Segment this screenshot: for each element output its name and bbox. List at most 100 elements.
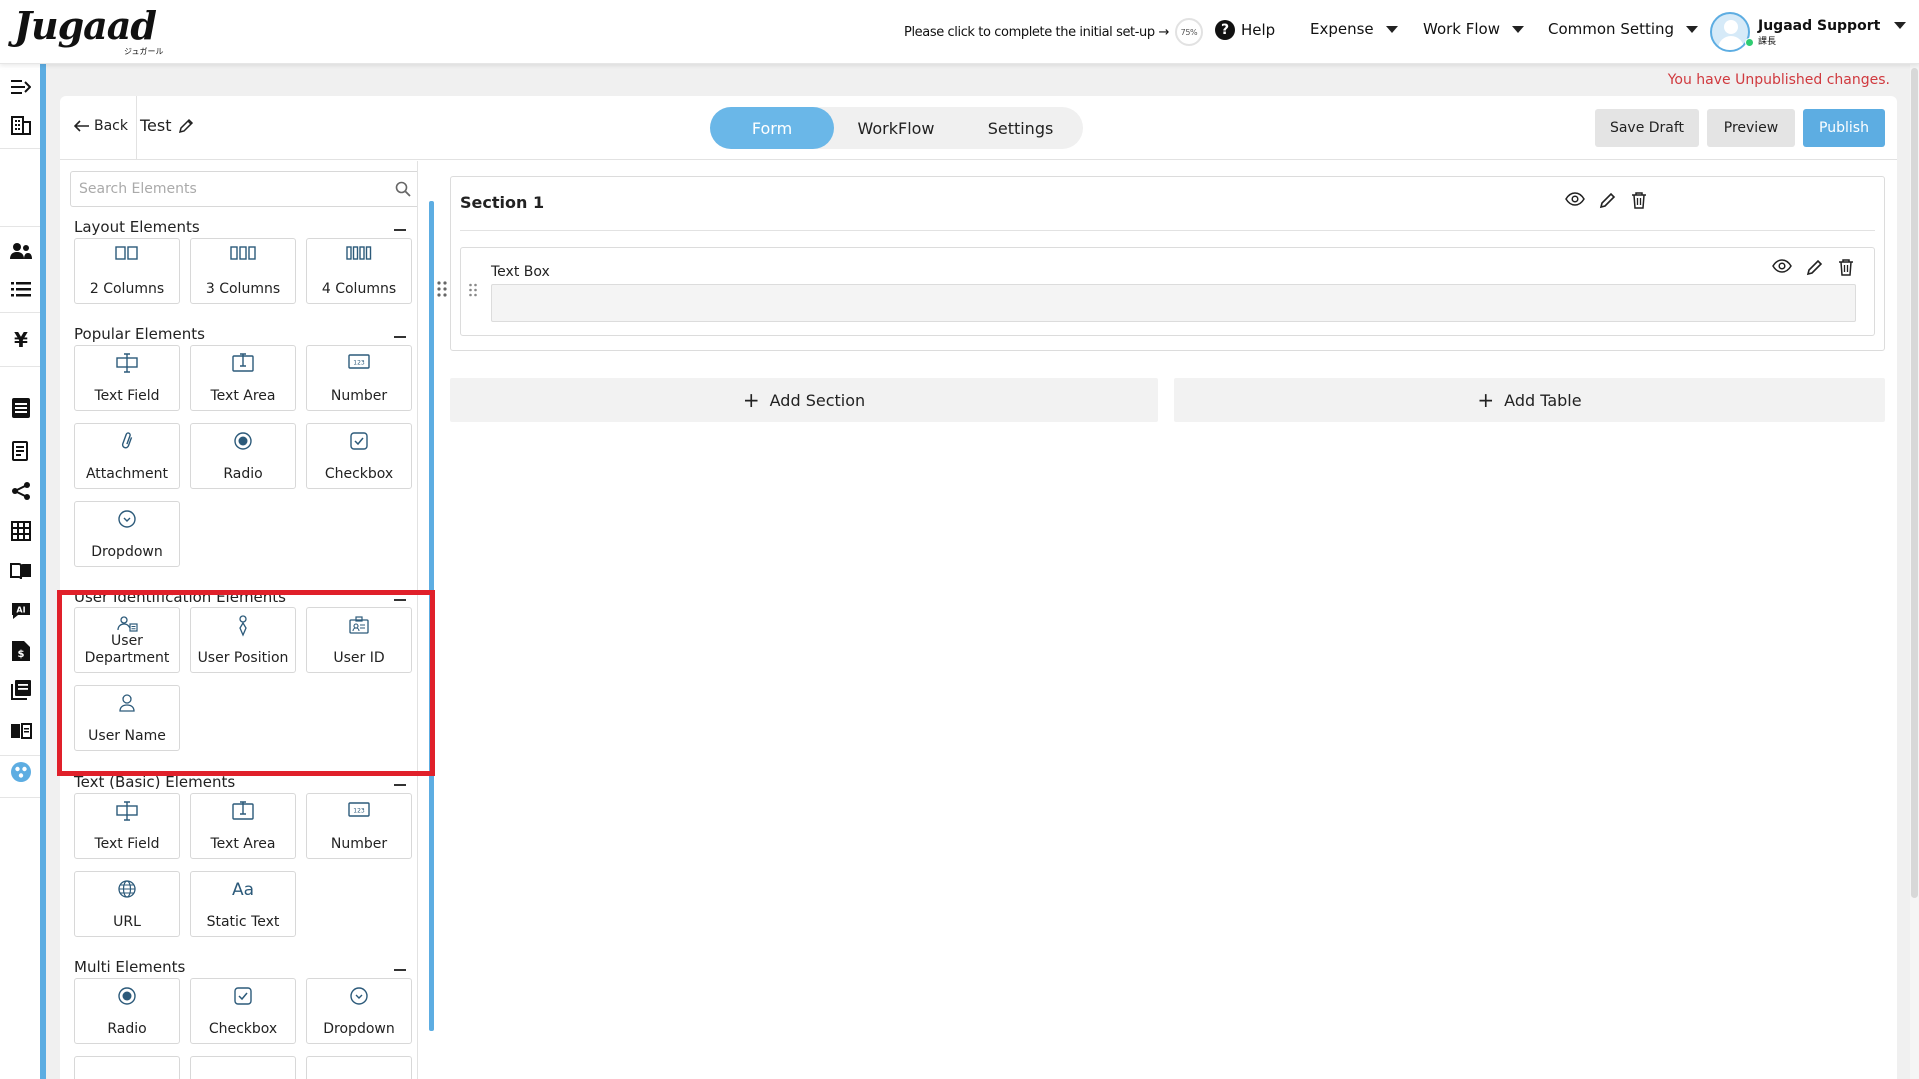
- text-box-input-preview[interactable]: [491, 284, 1856, 322]
- element-tile-partial[interactable]: [306, 1056, 412, 1079]
- pencil-icon[interactable]: [1806, 258, 1824, 276]
- book-icon[interactable]: [10, 560, 32, 582]
- add-table-button[interactable]: + Add Table: [1174, 378, 1885, 422]
- element-tile-2-columns[interactable]: 2 Columns: [74, 238, 180, 304]
- form-title-text: Test: [140, 116, 172, 135]
- element-tile-4-columns[interactable]: 4 Columns: [306, 238, 412, 304]
- search-icon[interactable]: [395, 181, 411, 197]
- help-link[interactable]: ? Help: [1215, 20, 1275, 40]
- add-section-button[interactable]: + Add Section: [450, 378, 1158, 422]
- collapse-icon[interactable]: [394, 229, 406, 231]
- chevron-down-icon: [1894, 21, 1907, 29]
- form-tabs: Form WorkFlow Settings: [710, 107, 1083, 149]
- svg-text:123: 123: [353, 360, 365, 367]
- nav-common-setting-label: Common Setting: [1548, 20, 1675, 38]
- form-title: Test: [140, 116, 194, 135]
- element-tile-checkbox-multi[interactable]: Checkbox: [190, 978, 296, 1044]
- eye-icon[interactable]: [1772, 258, 1792, 274]
- element-tile-partial[interactable]: [190, 1056, 296, 1079]
- reports-icon[interactable]: [10, 679, 32, 701]
- pencil-icon[interactable]: [178, 118, 194, 134]
- element-tile-static-text[interactable]: Aa Static Text: [190, 871, 296, 937]
- element-tile-dropdown[interactable]: Dropdown: [74, 501, 180, 567]
- element-tile-text-area[interactable]: Text Area: [190, 345, 296, 411]
- collapse-icon[interactable]: [394, 969, 406, 971]
- svg-text:AI: AI: [16, 606, 25, 615]
- nav-work-flow-label: Work Flow: [1423, 20, 1500, 38]
- element-label: Dropdown: [91, 544, 163, 560]
- invoice-icon[interactable]: $: [10, 640, 32, 662]
- text-area-icon: [191, 353, 295, 375]
- unpublished-notice: You have Unpublished changes.: [1667, 72, 1890, 88]
- field-actions: [1772, 258, 1854, 276]
- nav-expense[interactable]: Expense: [1310, 20, 1398, 38]
- element-tile-text-field-basic[interactable]: Text Field: [74, 793, 180, 859]
- user-menu[interactable]: Jugaad Support 課長: [1710, 12, 1907, 52]
- document-icon[interactable]: [10, 397, 32, 419]
- element-label: Text Area: [210, 836, 276, 852]
- plus-icon: +: [1477, 388, 1495, 412]
- page-scrollbar[interactable]: [1910, 64, 1919, 1079]
- save-draft-button[interactable]: Save Draft: [1595, 109, 1699, 147]
- field-drag-handle-icon[interactable]: [469, 283, 477, 297]
- element-tile-text-area-basic[interactable]: Text Area: [190, 793, 296, 859]
- element-label: Number: [330, 388, 388, 404]
- expand-menu-icon[interactable]: [10, 76, 32, 98]
- form-section[interactable]: Section 1 Text Box: [437, 176, 1885, 351]
- element-tile-text-field[interactable]: Text Field: [74, 345, 180, 411]
- eye-icon[interactable]: [1565, 191, 1585, 207]
- chevron-down-icon: [1686, 25, 1699, 33]
- users-icon[interactable]: [10, 240, 32, 262]
- grid-icon[interactable]: [10, 520, 32, 542]
- collapse-icon[interactable]: [394, 784, 406, 786]
- element-tile-dropdown-multi[interactable]: Dropdown: [306, 978, 412, 1044]
- logo[interactable]: Jugaad ジュガール: [14, 6, 174, 57]
- text-field-icon: [75, 801, 179, 823]
- element-label: Checkbox: [208, 1021, 278, 1037]
- share-icon[interactable]: [10, 480, 32, 502]
- manual-icon[interactable]: [10, 720, 32, 742]
- tab-settings[interactable]: Settings: [958, 107, 1083, 149]
- radio-icon: [191, 431, 295, 453]
- svg-text:123: 123: [353, 808, 365, 815]
- nav-work-flow[interactable]: Work Flow: [1423, 20, 1524, 38]
- element-tile-3-columns[interactable]: 3 Columns: [190, 238, 296, 304]
- yen-icon[interactable]: ¥: [10, 328, 32, 352]
- pencil-icon[interactable]: [1599, 191, 1617, 209]
- element-tile-partial[interactable]: [74, 1056, 180, 1079]
- receipt-icon[interactable]: [10, 440, 32, 462]
- list-icon[interactable]: [10, 278, 32, 300]
- initial-setup-link[interactable]: Please click to complete the initial set…: [904, 18, 1203, 46]
- building-icon[interactable]: [10, 114, 32, 136]
- element-tile-attachment[interactable]: Attachment: [74, 423, 180, 489]
- collapse-icon[interactable]: [394, 336, 406, 338]
- radio-icon: [75, 986, 179, 1008]
- preview-button[interactable]: Preview: [1707, 109, 1795, 147]
- element-tile-radio-multi[interactable]: Radio: [74, 978, 180, 1044]
- static-text-icon: Aa: [191, 879, 295, 901]
- help-icon: ?: [1215, 20, 1235, 40]
- form-field-text-box[interactable]: Text Box: [460, 247, 1875, 336]
- element-label: 3 Columns: [205, 281, 281, 297]
- element-tile-radio[interactable]: Radio: [190, 423, 296, 489]
- publish-button[interactable]: Publish: [1803, 109, 1885, 147]
- ai-chat-icon[interactable]: AI: [10, 600, 32, 622]
- trash-icon[interactable]: [1631, 191, 1647, 209]
- group-title-popular: Popular Elements: [74, 325, 205, 343]
- back-button[interactable]: Back: [74, 118, 128, 134]
- tab-workflow[interactable]: WorkFlow: [834, 107, 958, 149]
- tab-form[interactable]: Form: [710, 107, 834, 149]
- page-scrollbar-thumb[interactable]: [1911, 68, 1918, 898]
- nav-common-setting[interactable]: Common Setting: [1548, 20, 1699, 38]
- element-tile-url[interactable]: URL: [74, 871, 180, 937]
- user-role: 課長: [1758, 36, 1777, 47]
- form-builder-icon[interactable]: [10, 761, 32, 783]
- element-tile-number[interactable]: 123 Number: [306, 345, 412, 411]
- search-elements-input[interactable]: [70, 171, 417, 207]
- section-drag-handle-icon[interactable]: [437, 281, 447, 297]
- element-tile-checkbox[interactable]: Checkbox: [306, 423, 412, 489]
- chevron-down-icon: [1512, 25, 1524, 33]
- element-tile-number-basic[interactable]: 123 Number: [306, 793, 412, 859]
- section-title: Section 1: [460, 193, 545, 212]
- trash-icon[interactable]: [1838, 258, 1854, 276]
